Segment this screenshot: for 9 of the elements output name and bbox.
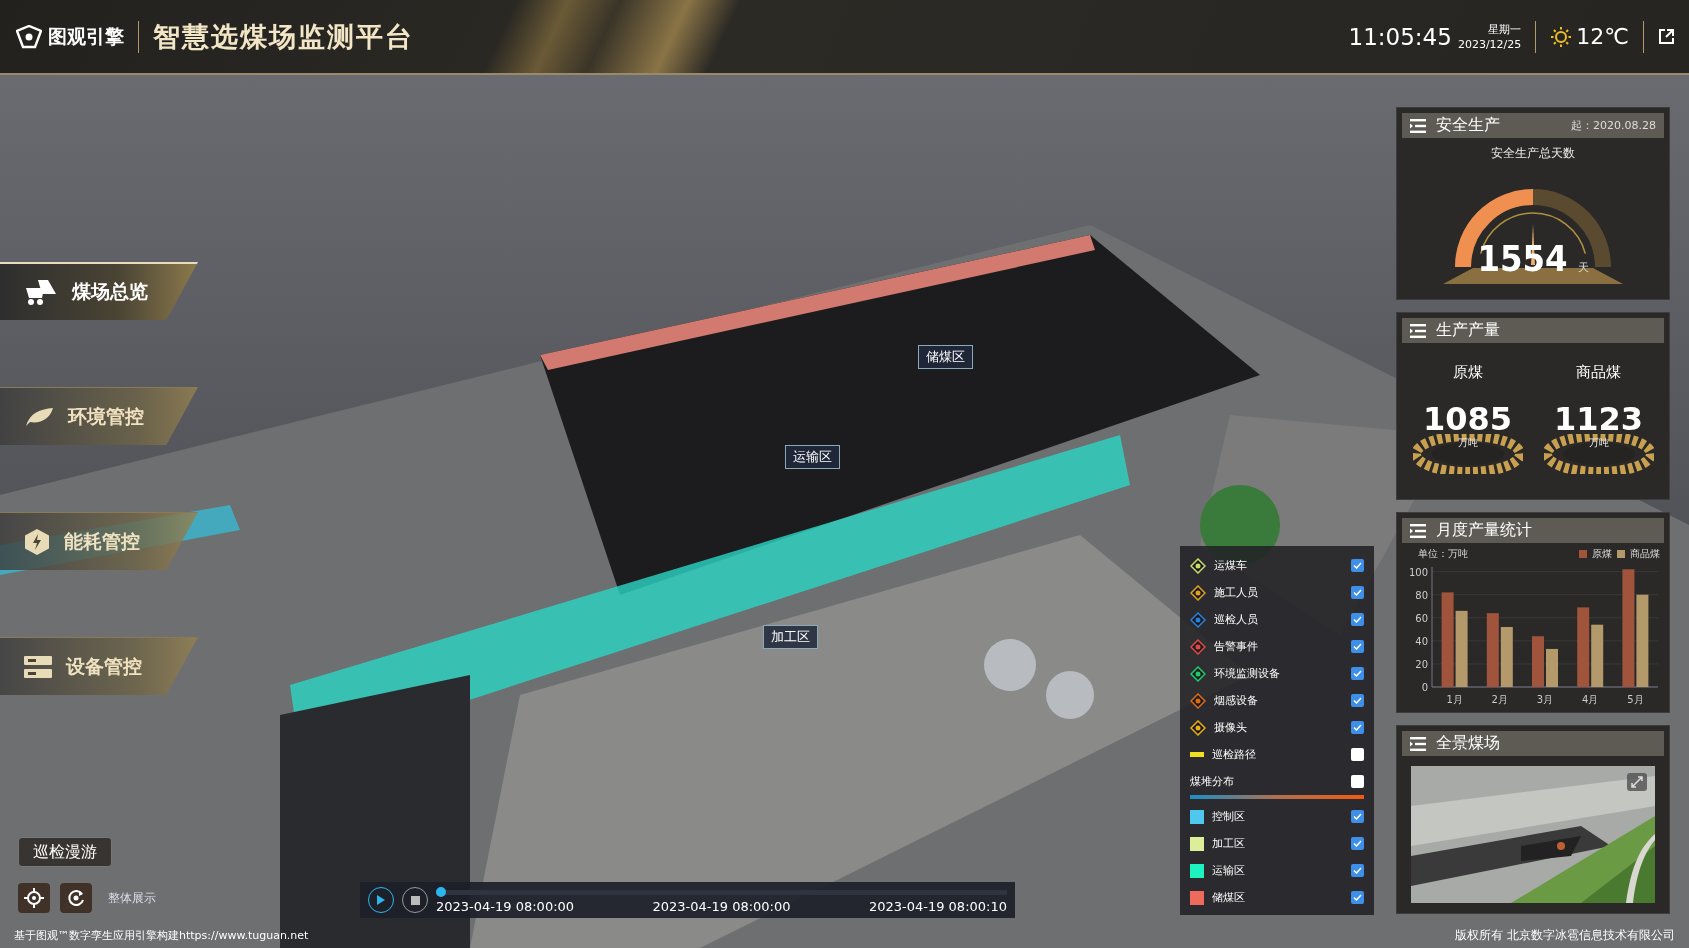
logo-text: 图观引擎 [48, 23, 124, 49]
sun-icon [1550, 25, 1573, 48]
temperature: 12℃ [1576, 24, 1629, 49]
logo-icon [16, 24, 42, 49]
app-title: 智慧选煤场监测平台 [153, 19, 414, 54]
export-icon[interactable] [1658, 28, 1675, 45]
date: 2023/12/25 [1457, 36, 1522, 52]
weekday: 星期一 [1488, 21, 1522, 37]
clock-time: 11:05:45 [1348, 23, 1452, 50]
